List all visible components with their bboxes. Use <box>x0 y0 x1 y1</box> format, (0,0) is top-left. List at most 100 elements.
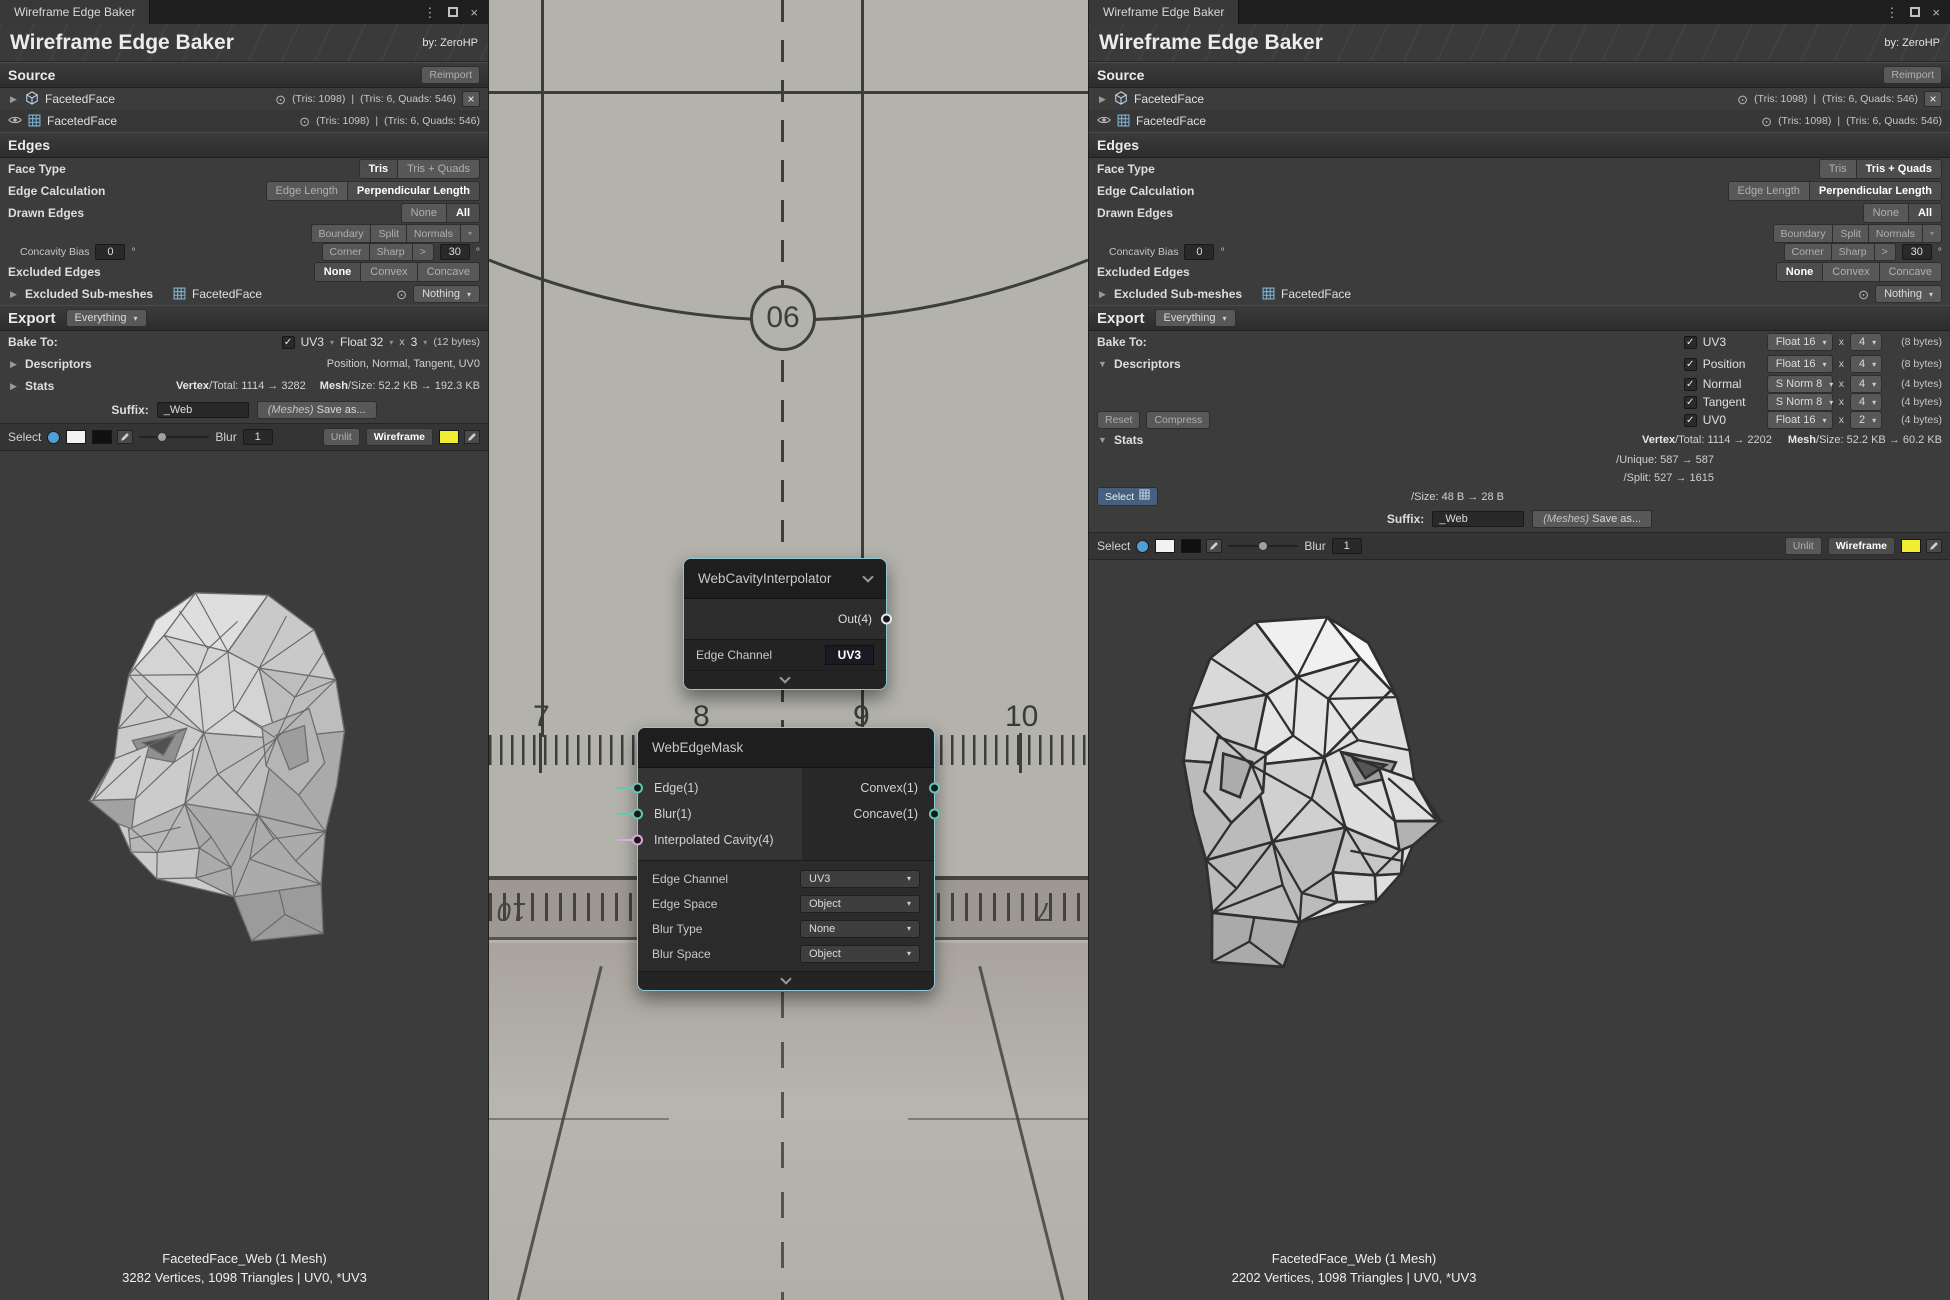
boundary-button[interactable]: Boundary <box>1773 224 1834 243</box>
output-port-convex[interactable] <box>929 783 940 794</box>
excluded-concave-button[interactable]: Concave <box>1879 262 1942 282</box>
face-type-quads-button[interactable]: Tris + Quads <box>1856 159 1942 179</box>
node-header[interactable]: WebEdgeMask <box>638 728 934 768</box>
normals-dropdown-arrow[interactable]: ▾ <box>460 224 480 243</box>
suffix-field[interactable]: _Web <box>1432 511 1524 527</box>
save-meshes-button[interactable]: (Meshes) Save as... <box>1532 510 1652 528</box>
concavity-bias-field[interactable]: 0 <box>1184 244 1214 260</box>
excluded-convex-button[interactable]: Convex <box>360 262 417 282</box>
excluded-convex-button[interactable]: Convex <box>1822 262 1879 282</box>
export-mode-dropdown[interactable]: Everything▾ <box>1155 309 1236 327</box>
node-expand-footer[interactable] <box>684 670 886 689</box>
edge-channel-field[interactable]: UV3 <box>825 645 874 665</box>
stats-select-button[interactable]: Select <box>1097 487 1158 506</box>
edge-length-button[interactable]: Edge Length <box>266 181 348 201</box>
save-meshes-button[interactable]: (Meshes) Save as... <box>257 401 377 419</box>
unlit-button[interactable]: Unlit <box>323 428 360 446</box>
submesh-dropdown[interactable]: Nothing▾ <box>413 285 480 303</box>
descriptor-checkbox[interactable]: ✓ <box>1684 358 1697 371</box>
foldout-icon[interactable]: ▶ <box>1097 289 1108 300</box>
foldout-icon[interactable]: ▶ <box>8 94 19 105</box>
normals-button[interactable]: Normals <box>406 224 461 243</box>
bake-count-dropdown[interactable]: 4▾ <box>1850 333 1882 351</box>
foldout-icon[interactable]: ▼ <box>1097 359 1108 369</box>
eyedropper-icon[interactable] <box>1926 539 1942 553</box>
descriptor-count-dropdown[interactable]: 4▾ <box>1850 355 1882 373</box>
descriptor-checkbox[interactable]: ✓ <box>1684 414 1697 427</box>
chevron-down-icon[interactable] <box>862 571 873 582</box>
edge-length-button[interactable]: Edge Length <box>1728 181 1810 201</box>
descriptor-format-dropdown[interactable]: Float 16▾ <box>1767 355 1833 373</box>
normals-button[interactable]: Normals <box>1868 224 1923 243</box>
descriptor-checkbox[interactable]: ✓ <box>1684 378 1697 391</box>
node-expand-footer[interactable] <box>638 971 934 990</box>
descriptor-count-dropdown[interactable]: 4▾ <box>1850 393 1882 411</box>
select-color-dot[interactable] <box>47 431 60 444</box>
bake-count-dropdown[interactable]: 3 <box>411 335 418 349</box>
color-swatch-yellow[interactable] <box>1901 539 1921 553</box>
bake-format-dropdown[interactable]: Float 16▾ <box>1767 333 1833 351</box>
eyedropper-icon[interactable] <box>464 430 480 444</box>
face-type-tris-button[interactable]: Tris <box>359 159 399 179</box>
descriptor-count-dropdown[interactable]: 4▾ <box>1850 375 1882 393</box>
sharp-angle-field[interactable]: 30 <box>440 244 470 260</box>
excluded-concave-button[interactable]: Concave <box>417 262 480 282</box>
source-object-name[interactable]: FacetedFace <box>45 92 115 106</box>
blur-slider[interactable] <box>1228 539 1298 553</box>
suffix-field[interactable]: _Web <box>157 402 249 418</box>
input-port-edge[interactable] <box>632 783 643 794</box>
perpendicular-length-button[interactable]: Perpendicular Length <box>1809 181 1942 201</box>
color-swatch-black[interactable] <box>1181 539 1201 553</box>
descriptor-count-dropdown[interactable]: 2▾ <box>1850 411 1882 429</box>
reimport-button[interactable]: Reimport <box>421 66 480 84</box>
foldout-icon[interactable]: ▶ <box>1097 94 1108 105</box>
drawn-none-button[interactable]: None <box>1863 203 1909 223</box>
sharp-angle-field[interactable]: 30 <box>1902 244 1932 260</box>
color-swatch-yellow[interactable] <box>439 430 459 444</box>
bake-channel-checkbox[interactable]: ✓ <box>1684 336 1697 349</box>
target-icon[interactable]: ⊙ <box>1858 288 1869 301</box>
split-button[interactable]: Split <box>1832 224 1868 243</box>
foldout-icon[interactable]: ▶ <box>8 381 19 392</box>
input-port-interpolated-cavity[interactable] <box>632 835 643 846</box>
blur-field[interactable]: 1 <box>1332 538 1362 554</box>
descriptor-format-dropdown[interactable]: S Norm 8▾ <box>1767 375 1833 393</box>
foldout-icon[interactable]: ▼ <box>1097 435 1108 445</box>
descriptor-checkbox[interactable]: ✓ <box>1684 396 1697 409</box>
slider-handle[interactable] <box>157 432 167 442</box>
node-header[interactable]: WebCavityInterpolator <box>684 559 886 599</box>
eyedropper-icon[interactable] <box>1206 539 1222 553</box>
target-icon[interactable]: ⊙ <box>1737 93 1748 106</box>
source-mesh-name[interactable]: FacetedFace <box>1136 114 1206 128</box>
reset-button[interactable]: Reset <box>1097 411 1140 429</box>
descriptor-format-dropdown[interactable]: Float 16▾ <box>1767 411 1833 429</box>
slider-handle[interactable] <box>1258 541 1268 551</box>
submesh-dropdown[interactable]: Nothing▾ <box>1875 285 1942 303</box>
blur-slider[interactable] <box>139 430 209 444</box>
face-type-quads-button[interactable]: Tris + Quads <box>397 159 480 179</box>
eye-icon[interactable] <box>1097 113 1111 129</box>
foldout-icon[interactable]: ▶ <box>8 289 19 300</box>
unlit-button[interactable]: Unlit <box>1785 537 1822 555</box>
window-tab[interactable]: Wireframe Edge Baker <box>0 0 150 24</box>
normals-dropdown-arrow[interactable]: ▾ <box>1922 224 1942 243</box>
concavity-bias-field[interactable]: 0 <box>95 244 125 260</box>
source-mesh-name[interactable]: FacetedFace <box>47 114 117 128</box>
remove-source-button[interactable]: × <box>1924 91 1942 107</box>
edge-space-dropdown[interactable]: Object▾ <box>800 895 920 913</box>
boundary-button[interactable]: Boundary <box>311 224 372 243</box>
target-icon[interactable]: ⊙ <box>1761 115 1772 128</box>
greater-than-button[interactable]: > <box>412 243 434 261</box>
bake-format-dropdown[interactable]: Float 32 <box>340 335 383 349</box>
blur-type-dropdown[interactable]: None▾ <box>800 920 920 938</box>
split-button[interactable]: Split <box>370 224 406 243</box>
wireframe-button[interactable]: Wireframe <box>1828 537 1895 555</box>
target-icon[interactable]: ⊙ <box>396 288 407 301</box>
output-port-concave[interactable] <box>929 809 940 820</box>
drawn-all-button[interactable]: All <box>446 203 480 223</box>
compress-button[interactable]: Compress <box>1146 411 1210 429</box>
close-icon[interactable]: × <box>1932 6 1940 19</box>
wireframe-button[interactable]: Wireframe <box>366 428 433 446</box>
source-object-name[interactable]: FacetedFace <box>1134 92 1204 106</box>
output-port-out4[interactable] <box>881 614 892 625</box>
